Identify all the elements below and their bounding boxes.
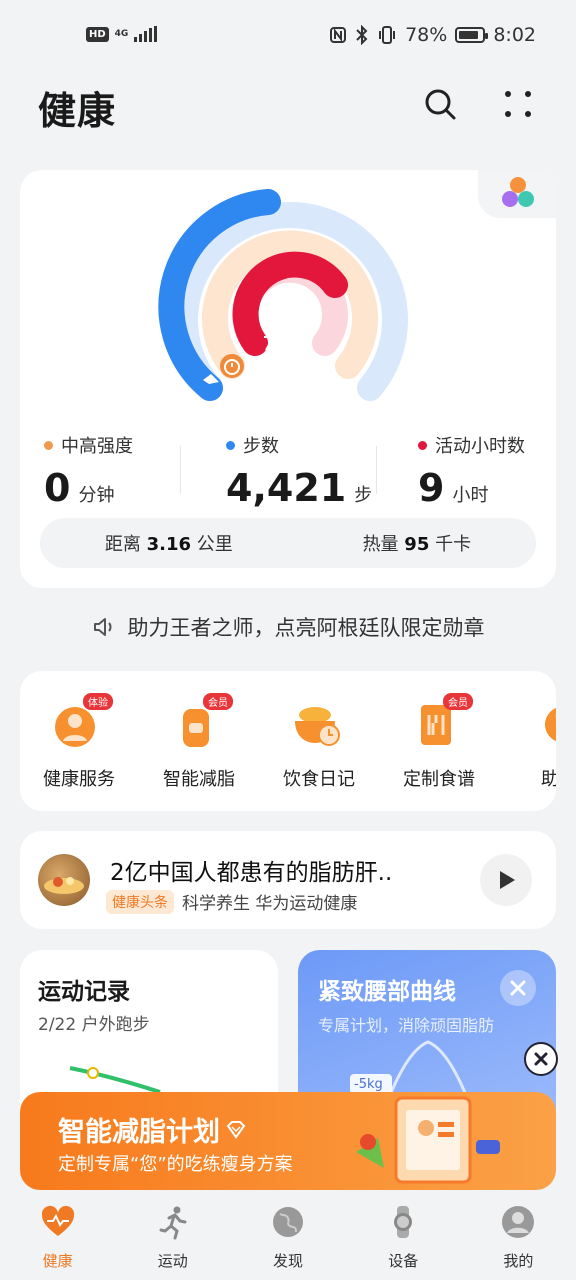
distance-calorie-summary: 距离 3.16 公里 热量 95 千卡 — [40, 518, 536, 568]
food-bowl-icon — [295, 707, 340, 746]
divider — [376, 446, 377, 494]
plan-badge: -5kg — [354, 1077, 383, 1092]
news-thumbnail — [38, 854, 90, 906]
service-label: 智能减脂 — [163, 769, 235, 790]
promo-title: 智能减脂计划 — [58, 1110, 246, 1149]
service-health[interactable]: 体验 健康服务 — [24, 693, 134, 791]
hd-badge: HD — [86, 26, 109, 42]
metric-value: 4,421 — [226, 466, 347, 510]
food-plate-image — [44, 877, 84, 894]
grid-dots-icon — [505, 91, 531, 117]
status-right: 78% 8:02 — [329, 24, 536, 46]
metric-unit: 小时 — [452, 485, 489, 506]
clock: 8:02 — [493, 24, 536, 46]
search-icon — [425, 89, 456, 120]
steps-dot — [226, 440, 235, 450]
service-tag: 会员 — [443, 693, 473, 710]
metric-intensity: 中高强度 0 分钟 — [44, 432, 133, 510]
service-label: 助眠 — [541, 769, 556, 790]
metric-label: 活动小时数 — [435, 436, 525, 457]
vibrate-icon — [379, 26, 396, 44]
intensity-dot — [44, 440, 53, 450]
services-card: 体验 健康服务 会员 智能减脂 饮食日记 会员 定制食谱 助眠 — [20, 671, 556, 811]
bluetooth-icon — [356, 25, 368, 45]
service-fat-loss[interactable]: 会员 智能减脂 — [144, 693, 254, 791]
news-meta: 健康头条 科学养生 华为运动健康 — [106, 889, 357, 914]
news-tag: 健康头条 — [106, 889, 174, 914]
calorie-summary: 热量 95 千卡 — [362, 534, 472, 555]
promo-subtitle: 定制专属“您”的吃练瘦身方案 — [58, 1154, 293, 1175]
service-custom-recipe[interactable]: 会员 定制食谱 — [384, 693, 494, 791]
tab-health[interactable]: 健康 — [0, 1196, 115, 1280]
divider — [180, 446, 181, 494]
page-title: 健康 — [38, 89, 117, 133]
battery-percent: 78% — [405, 24, 448, 46]
announcement-banner[interactable]: 助力王者之师，点亮阿根廷队限定勋章 — [0, 612, 576, 642]
tab-discover[interactable]: 发现 — [230, 1196, 345, 1280]
service-diet-diary[interactable]: 饮食日记 — [264, 695, 374, 791]
tab-label: 发现 — [273, 1252, 304, 1270]
service-label: 饮食日记 — [283, 769, 355, 790]
speaker-icon — [93, 618, 111, 636]
metric-unit: 分钟 — [78, 485, 115, 506]
heart-pulse-icon — [41, 1205, 74, 1236]
tab-label: 健康 — [42, 1252, 73, 1270]
vip-diamond-icon — [226, 1120, 246, 1139]
service-tag: 体验 — [83, 693, 113, 710]
timer-icon — [220, 354, 244, 378]
runner-icon — [159, 1206, 187, 1240]
play-button[interactable] — [480, 854, 532, 906]
rings-switch-button[interactable] — [478, 170, 556, 218]
watch-icon — [394, 1206, 413, 1238]
activity-rings — [158, 189, 408, 401]
promo-close-button[interactable] — [524, 1042, 558, 1076]
user-icon — [502, 1206, 535, 1238]
network-label: 4G — [114, 29, 129, 39]
close-icon — [534, 1052, 548, 1066]
service-sleep-aid[interactable]: 助眠 — [504, 695, 556, 791]
search-button[interactable] — [420, 84, 460, 124]
music-moon-icon — [545, 707, 556, 742]
battery-icon — [455, 27, 489, 43]
signal-icon — [134, 26, 158, 42]
metric-label: 中高强度 — [61, 436, 133, 457]
hours-dot — [418, 440, 427, 450]
metric-value: 0 — [44, 466, 71, 510]
status-left: HD 4G — [86, 26, 158, 42]
tab-me[interactable]: 我的 — [461, 1196, 576, 1280]
banner-text: 助力王者之师，点亮阿根廷队限定勋章 — [127, 616, 485, 640]
nfc-icon — [330, 27, 347, 43]
metric-label: 步数 — [243, 436, 279, 457]
tab-devices[interactable]: 设备 — [346, 1196, 461, 1280]
more-button[interactable] — [498, 84, 538, 124]
bottom-tab-bar: 健康 运动 发现 设备 我的 — [0, 1196, 576, 1280]
distance-summary: 距离 3.16 公里 — [104, 534, 233, 555]
metric-unit: 步 — [354, 485, 373, 506]
service-label: 定制食谱 — [403, 769, 475, 790]
tab-label: 设备 — [388, 1252, 419, 1270]
play-icon — [500, 871, 515, 889]
tab-label: 我的 — [503, 1252, 534, 1270]
news-source: 科学养生 华为运动健康 — [182, 894, 358, 914]
service-tag: 会员 — [203, 693, 233, 710]
fat-loss-promo-banner[interactable]: 智能减脂计划 定制专属“您”的吃练瘦身方案 — [20, 1092, 556, 1190]
status-bar: HD 4G 78% 8:02 — [0, 0, 576, 72]
tab-label: 运动 — [157, 1252, 188, 1270]
globe-icon — [273, 1207, 303, 1237]
metric-steps: 步数 4,421 步 — [226, 432, 372, 510]
rings-icon — [502, 177, 534, 207]
activity-card[interactable]: 中高强度 0 分钟 步数 4,421 步 活动小时数 9 小时 距离 3.16 公里 … — [20, 170, 556, 588]
service-label: 健康服务 — [43, 769, 115, 790]
news-title: 2亿中国人都患有的脂肪肝.. — [110, 860, 393, 886]
news-card[interactable]: 2亿中国人都患有的脂肪肝.. 健康头条 科学养生 华为运动健康 — [20, 831, 556, 929]
clipboard-illustration — [356, 1096, 500, 1184]
metric-hours: 活动小时数 9 小时 — [418, 432, 525, 510]
tab-exercise[interactable]: 运动 — [115, 1196, 230, 1280]
metric-value: 9 — [418, 466, 445, 510]
